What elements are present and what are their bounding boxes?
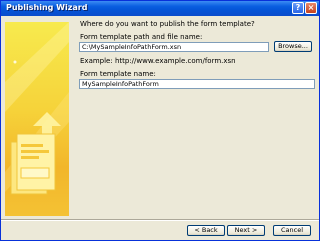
path-input[interactable]: C:\MySampleInfoPathForm.xsn — [79, 42, 269, 52]
path-label: Form template path and file name: — [80, 33, 203, 41]
example-text: Example: http://www.example.com/form.xsn — [80, 57, 236, 65]
window-title: Publishing Wizard — [6, 3, 88, 12]
browse-button[interactable]: Browse... — [274, 41, 312, 52]
help-button[interactable]: ? — [292, 2, 304, 14]
wizard-banner-arrow-graphic — [5, 22, 69, 195]
publishing-wizard-dialog: Publishing Wizard ? × Where do you want … — [0, 0, 320, 241]
cancel-button[interactable]: Cancel — [273, 225, 311, 236]
close-button[interactable]: × — [305, 2, 317, 14]
back-button[interactable]: < Back — [187, 225, 225, 236]
next-button[interactable]: Next > — [227, 225, 265, 236]
name-label: Form template name: — [80, 70, 156, 78]
title-bar[interactable]: Publishing Wizard ? × — [1, 1, 319, 16]
name-input[interactable]: MySampleInfoPathForm — [79, 79, 315, 89]
wizard-banner-graphic — [5, 22, 69, 216]
wizard-prompt: Where do you want to publish the form te… — [80, 20, 255, 28]
footer-separator — [1, 219, 319, 221]
